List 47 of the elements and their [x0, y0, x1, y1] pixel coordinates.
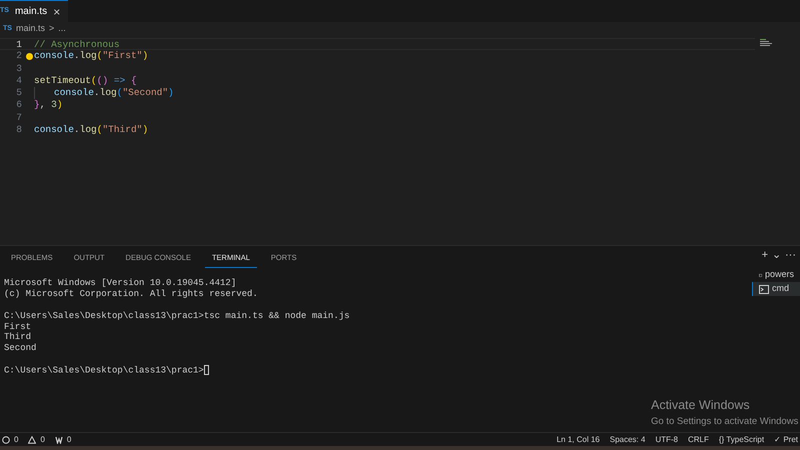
new-terminal-button[interactable]: + [762, 250, 768, 261]
warnings-status[interactable]: 0 [28, 434, 45, 446]
line-number: 8 [15, 124, 22, 136]
activation-title: Activate Windows [651, 397, 751, 414]
terminal-line: Second [4, 343, 36, 354]
breadcrumb-item[interactable]: main.ts [16, 22, 45, 36]
terminal-icon [759, 284, 769, 294]
terminal-line: C:\Users\Sales\Desktop\class13\prac1>tsc main.ts && node main.js [4, 310, 350, 321]
code-line: console.log("Second") [34, 87, 174, 100]
terminal-list-item[interactable]: powers [752, 268, 800, 282]
status-item[interactable]: CRLF [688, 434, 709, 446]
tab-label: main.ts [14, 5, 48, 19]
status-item[interactable]: ✓ Pret [774, 434, 798, 446]
code-line: }, 3) [34, 99, 63, 112]
status-item[interactable]: UTF-8 [655, 434, 678, 446]
terminal-line: Microsoft Windows [Version 10.0.19045.4412] [4, 278, 236, 288]
line-number: 2 [15, 50, 22, 63]
status-item[interactable]: Spaces: 4 [610, 434, 646, 446]
breadcrumb-item[interactable]: ... [58, 22, 66, 36]
line-number: 3 [15, 62, 22, 75]
breadcrumb-separator: > [48, 22, 54, 36]
line-number: 7 [15, 112, 22, 124]
line-number: 1 [15, 39, 22, 50]
terminal-cursor [204, 365, 209, 376]
terminal-line: (c) Microsoft Corporation. All rights reserved. [4, 288, 258, 299]
status-item[interactable]: {} TypeScript [718, 434, 764, 446]
activation-message: Go to Settings to activate Windows [651, 414, 798, 429]
ports-status[interactable]: 0 [54, 434, 72, 446]
more-button[interactable]: ··· [785, 250, 796, 261]
minimap-drawing[interactable] [760, 39, 774, 47]
code-line: console.log("First") [34, 50, 148, 63]
dropdown-button[interactable]: ⌄ [772, 250, 781, 261]
errors-status[interactable]: 0 [2, 434, 18, 446]
code-line: // Asynchronous [34, 39, 120, 50]
line-number: 5 [15, 87, 22, 100]
terminal-line: First [4, 322, 32, 332]
status-item[interactable]: Ln 1, Col 16 [556, 434, 600, 446]
lightbulb-icon[interactable] [26, 52, 33, 60]
terminal-list-item[interactable]: cmd [752, 282, 800, 296]
code-line: console.log("Third") [34, 124, 148, 136]
terminal-line: C:\Users\Sales\Desktop\class13\prac1> [4, 366, 204, 376]
terminal-line: Third [4, 332, 32, 342]
line-number: 4 [15, 74, 22, 88]
line-number: 6 [15, 99, 22, 112]
error-icon [2, 436, 10, 444]
warning-icon [28, 436, 36, 444]
code-line: setTimeout(() => { [34, 74, 137, 88]
